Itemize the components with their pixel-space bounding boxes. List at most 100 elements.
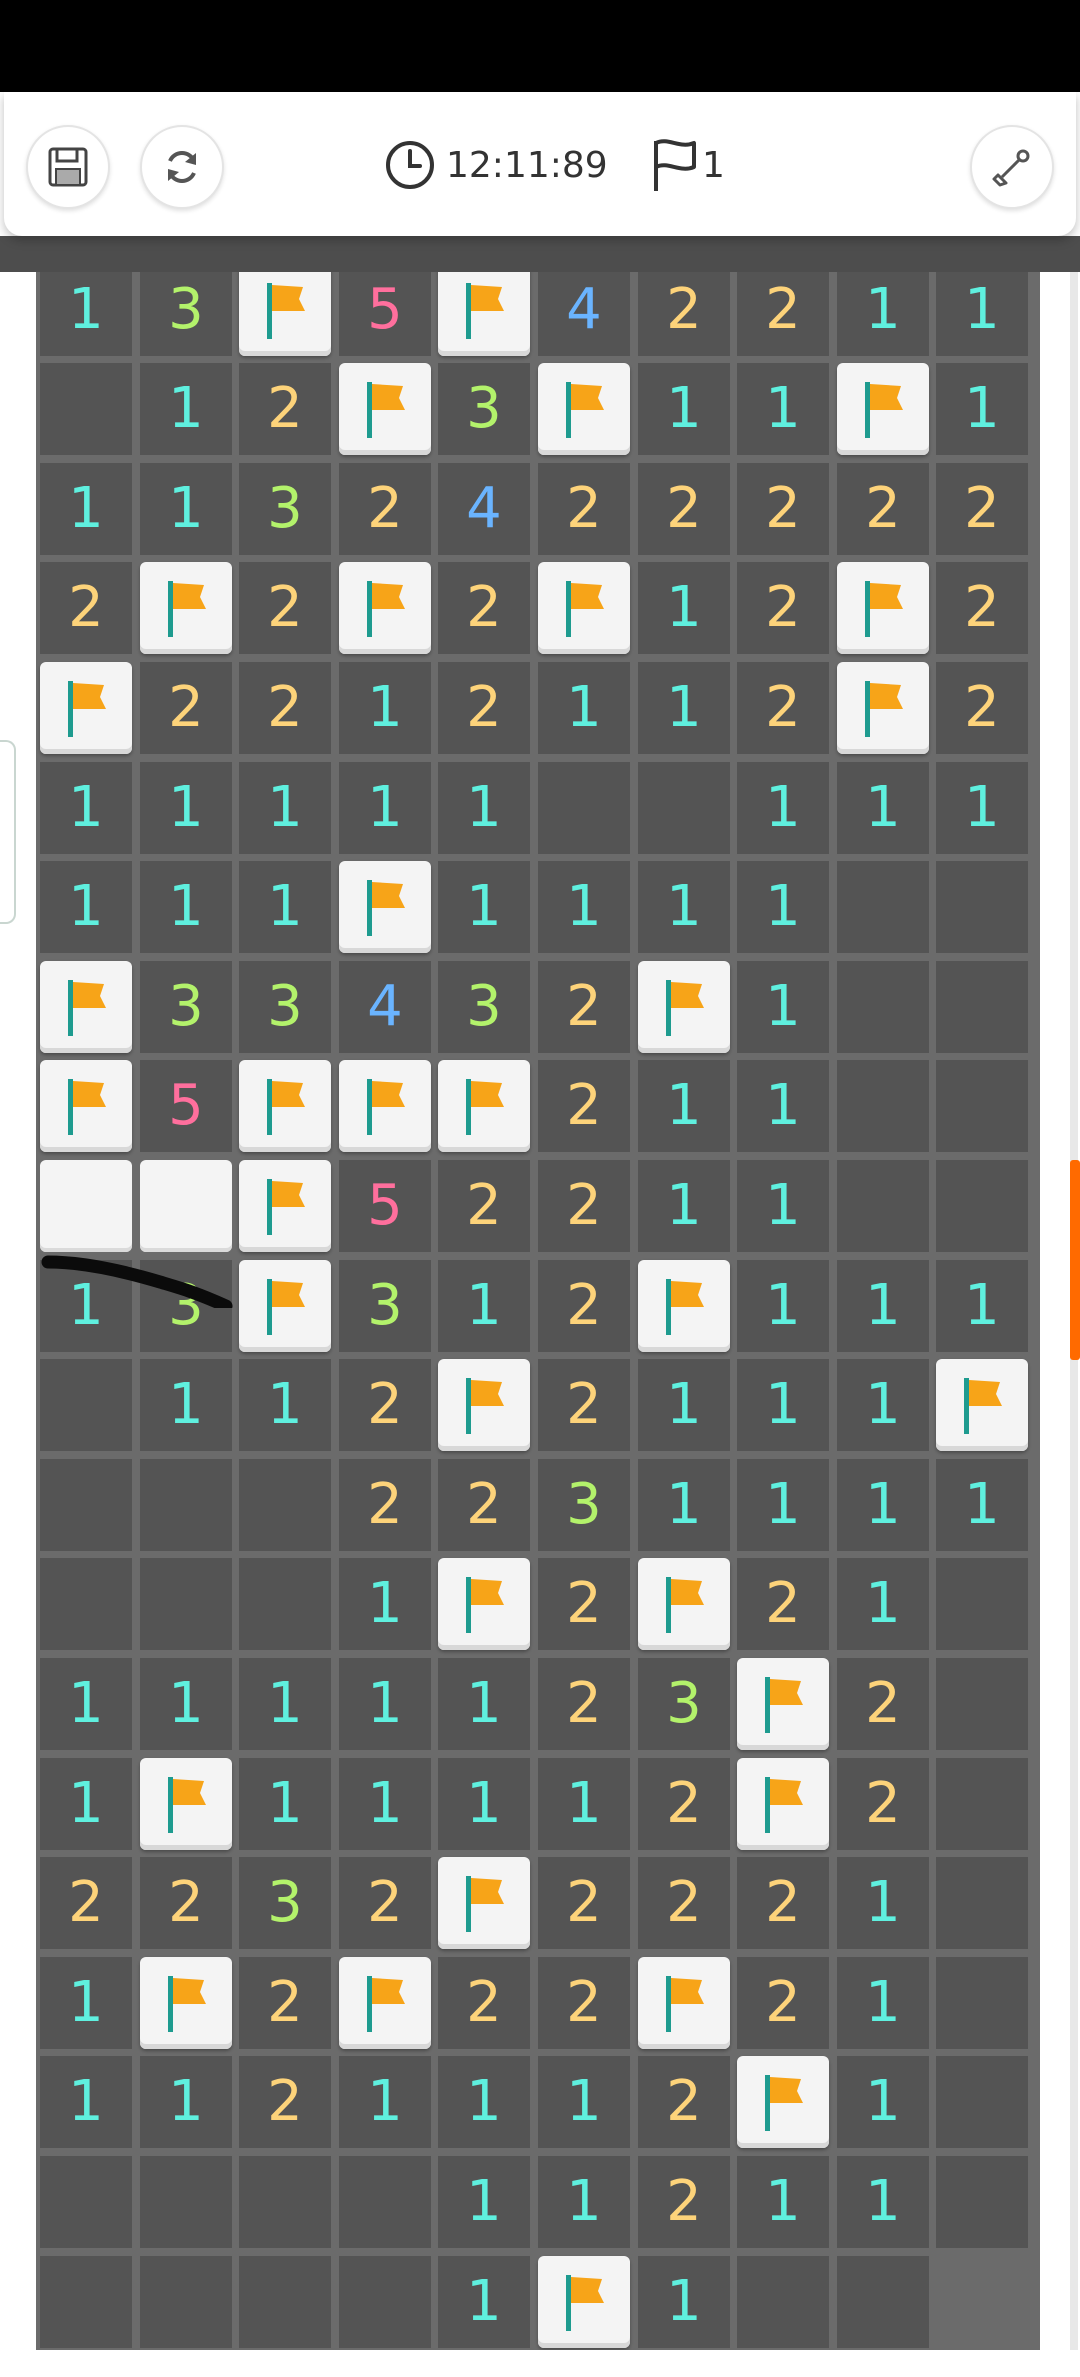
cell-flagged[interactable] bbox=[638, 1957, 730, 2049]
cell-number[interactable]: 3 bbox=[538, 1459, 630, 1551]
cell-number[interactable]: 2 bbox=[239, 363, 331, 455]
cell-empty[interactable] bbox=[40, 1558, 132, 1650]
cell-number[interactable]: 1 bbox=[538, 2156, 630, 2248]
cell-number[interactable]: 2 bbox=[737, 1857, 829, 1949]
cell-number[interactable]: 1 bbox=[140, 861, 232, 953]
cell-empty[interactable] bbox=[936, 861, 1028, 953]
cell-number[interactable]: 2 bbox=[40, 1857, 132, 1949]
cell-number[interactable]: 2 bbox=[737, 1957, 829, 2049]
cell-flagged[interactable] bbox=[140, 1758, 232, 1850]
cell-flagged[interactable] bbox=[339, 363, 431, 455]
scrollbar-thumb[interactable] bbox=[1070, 1160, 1080, 1360]
cell-number[interactable]: 2 bbox=[737, 562, 829, 654]
cell-empty[interactable] bbox=[638, 762, 730, 854]
cell-number[interactable]: 1 bbox=[837, 1957, 929, 2049]
cell-empty[interactable] bbox=[140, 1459, 232, 1551]
cell-number[interactable]: 2 bbox=[339, 1359, 431, 1451]
cell-flagged[interactable] bbox=[438, 1558, 530, 1650]
cell-number[interactable]: 1 bbox=[936, 1459, 1028, 1551]
cell-number[interactable]: 1 bbox=[438, 2056, 530, 2148]
cell-number[interactable]: 2 bbox=[538, 1957, 630, 2049]
cell-number[interactable]: 1 bbox=[737, 2156, 829, 2248]
cell-number[interactable]: 1 bbox=[339, 762, 431, 854]
cell-number[interactable]: 2 bbox=[239, 2056, 331, 2148]
cell-number[interactable]: 1 bbox=[538, 662, 630, 754]
cell-number[interactable]: 1 bbox=[638, 363, 730, 455]
cell-number[interactable]: 4 bbox=[438, 463, 530, 555]
cell-number[interactable]: 2 bbox=[538, 1558, 630, 1650]
cell-number[interactable]: 1 bbox=[40, 1658, 132, 1750]
cell-empty[interactable] bbox=[936, 1758, 1028, 1850]
cell-flagged[interactable] bbox=[737, 1658, 829, 1750]
cell-number[interactable]: 1 bbox=[936, 1260, 1028, 1352]
cell-number[interactable]: 2 bbox=[737, 662, 829, 754]
cell-number[interactable]: 1 bbox=[40, 762, 132, 854]
cell-number[interactable]: 2 bbox=[239, 562, 331, 654]
cell-number[interactable]: 1 bbox=[40, 2056, 132, 2148]
cell-empty[interactable] bbox=[40, 1459, 132, 1551]
cell-empty[interactable] bbox=[936, 961, 1028, 1053]
cell-number[interactable]: 1 bbox=[339, 1758, 431, 1850]
cell-flagged[interactable] bbox=[837, 662, 929, 754]
cell-number[interactable]: 1 bbox=[239, 762, 331, 854]
cell-number[interactable]: 1 bbox=[737, 961, 829, 1053]
cell-number[interactable]: 1 bbox=[339, 1658, 431, 1750]
cell-number[interactable]: 1 bbox=[339, 1558, 431, 1650]
cell-number[interactable]: 2 bbox=[538, 1359, 630, 1451]
cell-number[interactable]: 1 bbox=[737, 1260, 829, 1352]
cell-empty[interactable] bbox=[40, 363, 132, 455]
cell-number[interactable]: 1 bbox=[837, 762, 929, 854]
cell-number[interactable]: 2 bbox=[438, 1957, 530, 2049]
cell-number[interactable]: 2 bbox=[239, 1957, 331, 2049]
cell-flagged[interactable] bbox=[239, 1260, 331, 1352]
cell-empty[interactable] bbox=[936, 1857, 1028, 1949]
cell-empty[interactable] bbox=[140, 2256, 232, 2348]
cell-flagged[interactable] bbox=[40, 662, 132, 754]
cell-number[interactable]: 2 bbox=[638, 1857, 730, 1949]
cell-empty[interactable] bbox=[239, 1558, 331, 1650]
cell-number[interactable]: 1 bbox=[837, 1857, 929, 1949]
cell-flagged[interactable] bbox=[737, 2056, 829, 2148]
cell-number[interactable]: 1 bbox=[438, 762, 530, 854]
cell-number[interactable]: 1 bbox=[140, 2056, 232, 2148]
cell-number[interactable]: 4 bbox=[538, 264, 630, 356]
cell-number[interactable]: 2 bbox=[837, 1658, 929, 1750]
cell-number[interactable]: 1 bbox=[40, 1957, 132, 2049]
cell-empty[interactable] bbox=[40, 2256, 132, 2348]
cell-empty[interactable] bbox=[339, 2156, 431, 2248]
cell-empty[interactable] bbox=[936, 1957, 1028, 2049]
cell-empty[interactable] bbox=[837, 1160, 929, 1252]
cell-number[interactable]: 3 bbox=[140, 264, 232, 356]
cell-number[interactable]: 1 bbox=[339, 2056, 431, 2148]
cell-flagged[interactable] bbox=[140, 1957, 232, 2049]
cell-number[interactable]: 1 bbox=[438, 1260, 530, 1352]
cell-flagged[interactable] bbox=[638, 1558, 730, 1650]
cell-number[interactable]: 2 bbox=[638, 1758, 730, 1850]
cell-number[interactable]: 5 bbox=[140, 1060, 232, 1152]
cell-flagged[interactable] bbox=[538, 2256, 630, 2348]
cell-number[interactable]: 2 bbox=[538, 1658, 630, 1750]
cell-number[interactable]: 2 bbox=[737, 463, 829, 555]
cell-flagged[interactable] bbox=[438, 264, 530, 356]
cell-number[interactable]: 2 bbox=[140, 1857, 232, 1949]
cell-empty[interactable] bbox=[837, 1060, 929, 1152]
cell-flagged[interactable] bbox=[339, 562, 431, 654]
cell-number[interactable]: 3 bbox=[438, 363, 530, 455]
cell-empty[interactable] bbox=[239, 1459, 331, 1551]
cell-empty[interactable] bbox=[936, 1558, 1028, 1650]
cell-number[interactable]: 2 bbox=[339, 1459, 431, 1551]
cell-number[interactable]: 2 bbox=[538, 1857, 630, 1949]
cell-flagged[interactable] bbox=[140, 562, 232, 654]
cell-number[interactable]: 1 bbox=[40, 264, 132, 356]
cell-flagged[interactable] bbox=[538, 363, 630, 455]
cell-number[interactable]: 2 bbox=[638, 264, 730, 356]
restart-button[interactable] bbox=[140, 125, 224, 209]
cell-number[interactable]: 3 bbox=[638, 1658, 730, 1750]
cell-number[interactable]: 1 bbox=[638, 1160, 730, 1252]
cell-flagged[interactable] bbox=[638, 961, 730, 1053]
cell-number[interactable]: 2 bbox=[339, 463, 431, 555]
cell-empty[interactable] bbox=[837, 861, 929, 953]
cell-number[interactable]: 5 bbox=[339, 1160, 431, 1252]
cell-number[interactable]: 2 bbox=[438, 662, 530, 754]
cell-number[interactable]: 1 bbox=[438, 2256, 530, 2348]
